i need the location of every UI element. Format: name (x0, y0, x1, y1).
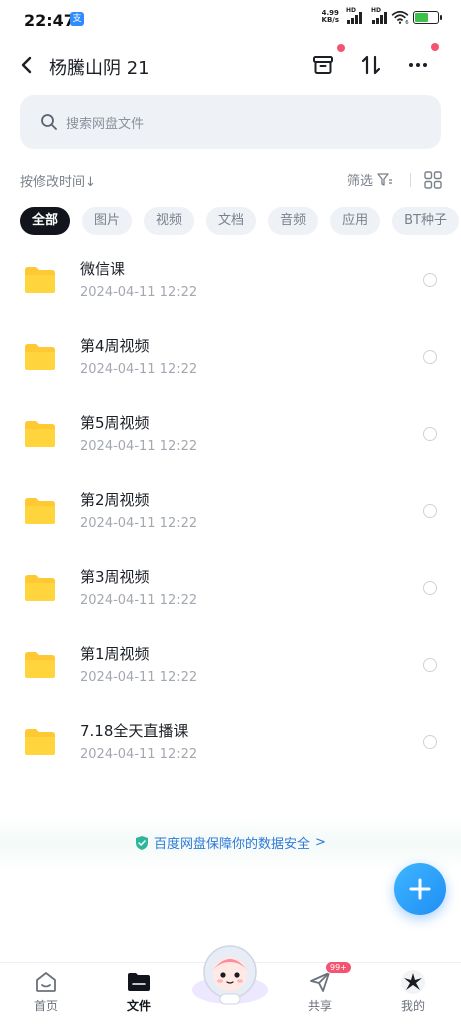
signal-hd-label: HD (346, 7, 357, 14)
select-checkbox[interactable] (423, 504, 437, 518)
file-date: 2024-04-11 12:22 (80, 593, 198, 608)
chip-documents[interactable]: 文档 (206, 207, 257, 235)
file-date: 2024-04-11 12:22 (80, 516, 198, 531)
file-name: 第5周视频 (80, 414, 150, 432)
chip-videos[interactable]: 视频 (144, 207, 195, 235)
file-date: 2024-04-11 12:22 (80, 362, 198, 377)
list-item[interactable]: 第2周视频 2024-04-11 12:22 (0, 474, 461, 551)
file-name: 微信课 (80, 260, 126, 278)
file-date: 2024-04-11 12:22 (80, 439, 198, 454)
nav-share-label: 共享 (307, 999, 332, 1013)
list-item[interactable]: 第4周视频 2024-04-11 12:22 (0, 320, 461, 397)
shield-icon (136, 835, 149, 850)
signal-icon: HD (346, 7, 362, 24)
more-notification-dot (431, 43, 439, 51)
sort-transfer-button[interactable] (356, 50, 386, 80)
status-time: 22:47 (24, 11, 75, 30)
folder-icon (25, 498, 55, 524)
nav-home-label: 首页 (33, 999, 58, 1013)
select-checkbox[interactable] (423, 427, 437, 441)
sort-row: 按修改时间↓ 筛选 (0, 168, 461, 192)
nav-mine[interactable]: 我的 (378, 969, 448, 1014)
status-indicators: 4.99 KB/s HD HD 6 (322, 7, 442, 24)
file-list: 微信课 2024-04-11 12:22 第4周视频 2024-04-11 12… (0, 243, 461, 782)
filter-icon (377, 172, 393, 186)
list-item[interactable]: 微信课 2024-04-11 12:22 (0, 243, 461, 320)
avatar (401, 970, 425, 994)
folder-icon (25, 729, 55, 755)
plus-icon (409, 878, 431, 900)
select-checkbox[interactable] (423, 350, 437, 364)
share-badge: 99+ (325, 961, 352, 974)
sort-by-modified-button[interactable]: 按修改时间↓ (20, 171, 96, 190)
folder-icon (25, 575, 55, 601)
nav-files-label: 文件 (126, 999, 151, 1013)
security-banner-content: 百度网盘保障你的数据安全 > (0, 833, 461, 852)
chevron-left-icon (21, 56, 32, 74)
chip-all[interactable]: 全部 (20, 207, 71, 235)
add-button[interactable] (394, 863, 446, 915)
more-button[interactable] (403, 50, 433, 80)
file-name: 7.18全天直播课 (80, 722, 189, 740)
folder-icon (25, 344, 55, 370)
list-item[interactable]: 第1周视频 2024-04-11 12:22 (0, 628, 461, 705)
more-horizontal-icon (409, 63, 427, 67)
list-item[interactable]: 第3周视频 2024-04-11 12:22 (0, 551, 461, 628)
file-name: 第4周视频 (80, 337, 150, 355)
archive-notification-dot (337, 44, 345, 52)
chevron-right-icon: > (315, 835, 326, 850)
folder-icon (25, 267, 55, 293)
nav-share[interactable]: 99+ 共享 (285, 961, 355, 1014)
list-item[interactable]: 第5周视频 2024-04-11 12:22 (0, 397, 461, 474)
search-input[interactable]: 搜索网盘文件 (20, 95, 441, 149)
nav-mine-label: 我的 (400, 999, 425, 1013)
list-item[interactable]: 7.18全天直播课 2024-04-11 12:22 (0, 705, 461, 782)
chip-images[interactable]: 图片 (82, 207, 133, 235)
select-checkbox[interactable] (423, 735, 437, 749)
alipay-notification-icon: 支 (70, 12, 84, 26)
wifi-icon: 6 (391, 10, 409, 24)
select-checkbox[interactable] (423, 658, 437, 672)
file-date: 2024-04-11 12:22 (80, 285, 198, 300)
security-banner[interactable]: 百度网盘保障你的数据安全 > (0, 815, 461, 871)
select-checkbox[interactable] (423, 581, 437, 595)
archive-box-icon (313, 56, 333, 74)
select-checkbox[interactable] (423, 273, 437, 287)
category-chips: 全部 图片 视频 文档 音频 应用 BT种子 (20, 207, 459, 235)
folder-icon (25, 652, 55, 678)
grid-view-icon[interactable] (424, 171, 442, 189)
chip-audio[interactable]: 音频 (268, 207, 319, 235)
top-bar: 杨騰山阴 21 (0, 40, 461, 92)
net-speed-unit: KB/s (321, 16, 339, 24)
signal-icon-2: HD (371, 7, 387, 24)
wifi-label: 6 (405, 20, 409, 24)
file-name: 第3周视频 (80, 568, 150, 586)
folder-icon (25, 421, 55, 447)
divider (410, 173, 411, 187)
filter-label: 筛选 (347, 174, 374, 189)
network-speed: 4.99 KB/s (322, 10, 339, 24)
swap-vertical-icon (361, 55, 381, 75)
status-bar: 22:47 支 4.99 KB/s HD HD 6 (0, 0, 461, 40)
chip-bt-torrents[interactable]: BT种子 (392, 207, 459, 235)
file-date: 2024-04-11 12:22 (80, 747, 198, 762)
back-button[interactable] (14, 52, 40, 78)
battery-charging-icon (413, 10, 442, 24)
home-icon (36, 972, 56, 992)
search-placeholder: 搜索网盘文件 (66, 117, 145, 132)
chip-apps[interactable]: 应用 (330, 207, 381, 235)
page-title: 杨騰山阴 21 (49, 58, 150, 79)
file-name: 第1周视频 (80, 645, 150, 663)
security-text: 百度网盘保障你的数据安全 (154, 837, 311, 852)
search-icon (41, 114, 57, 130)
nav-files[interactable]: 文件 (104, 969, 174, 1014)
files-folder-icon (128, 973, 150, 991)
mascot-assistant-icon[interactable] (190, 940, 270, 1008)
archive-button[interactable] (308, 50, 338, 80)
signal-hd-label-2: HD (371, 7, 382, 14)
nav-home[interactable]: 首页 (11, 969, 81, 1014)
file-name: 第2周视频 (80, 491, 150, 509)
file-date: 2024-04-11 12:22 (80, 670, 198, 685)
filter-button[interactable]: 筛选 (347, 170, 393, 189)
